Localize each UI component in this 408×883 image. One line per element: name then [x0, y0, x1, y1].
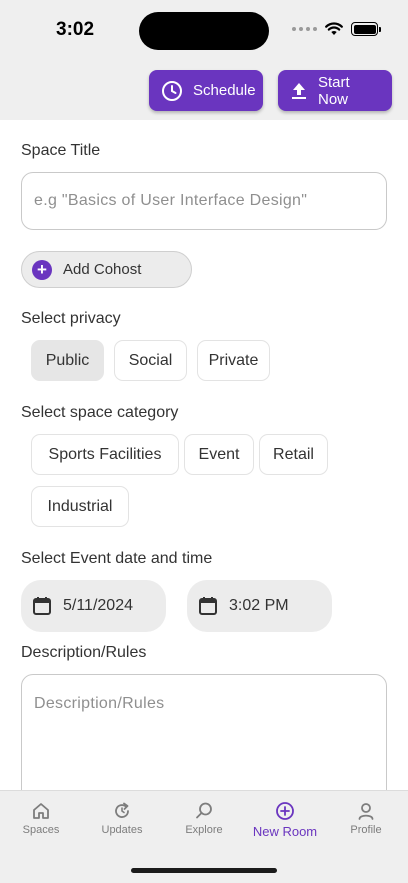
clock-icon — [162, 80, 182, 101]
description-label: Description/Rules — [21, 644, 147, 661]
wifi-icon — [325, 22, 343, 35]
tab-spaces[interactable]: Spaces — [1, 801, 81, 836]
add-cohost-button[interactable]: + Add Cohost — [21, 251, 192, 288]
calendar-icon — [199, 597, 217, 615]
home-icon — [33, 803, 49, 819]
plus-icon: + — [32, 259, 52, 280]
space-title-label: Space Title — [21, 142, 101, 159]
home-indicator[interactable] — [131, 868, 277, 873]
tab-label: Spaces — [22, 824, 60, 836]
tab-label: Updates — [101, 824, 143, 836]
schedule-label: Schedule — [193, 82, 256, 99]
tab-updates[interactable]: Updates — [82, 801, 162, 836]
privacy-label: Select privacy — [21, 310, 121, 327]
signal-icon — [292, 27, 317, 31]
status-bar: 3:02 — [0, 0, 408, 60]
schedule-button[interactable]: Schedule — [149, 70, 263, 111]
search-icon — [196, 802, 212, 819]
create-space-form: Space Title + Add Cohost Select privacy … — [0, 120, 408, 790]
privacy-chip-social[interactable]: Social — [114, 340, 187, 381]
space-title-field[interactable] — [21, 172, 387, 230]
battery-icon — [351, 22, 381, 36]
upload-icon — [292, 82, 306, 99]
tab-profile[interactable]: Profile — [326, 801, 406, 836]
status-indicators — [292, 22, 381, 36]
category-chip-sports-facilities[interactable]: Sports Facilities — [31, 434, 179, 475]
privacy-chip-public[interactable]: Public — [31, 340, 104, 381]
category-chip-industrial[interactable]: Industrial — [31, 486, 129, 527]
time-picker[interactable]: 3:02 PM — [187, 580, 332, 632]
start-now-button[interactable]: Start Now — [278, 70, 392, 111]
dynamic-island — [139, 12, 269, 50]
category-chip-label: Industrial — [47, 497, 113, 515]
tab-label: Explore — [185, 824, 223, 836]
tab-label: New Room — [252, 824, 318, 839]
privacy-chip-label: Private — [208, 351, 259, 369]
time-value: 3:02 PM — [229, 597, 289, 614]
calendar-icon — [33, 597, 51, 615]
date-value: 5/11/2024 — [63, 597, 133, 614]
datetime-label: Select Event date and time — [21, 550, 213, 567]
category-chip-label: Event — [198, 445, 240, 463]
start-now-label: Start Now — [318, 73, 350, 108]
status-time: 3:02 — [56, 19, 95, 40]
category-chip-event[interactable]: Event — [184, 434, 254, 475]
date-picker[interactable]: 5/11/2024 — [21, 580, 166, 632]
description-input[interactable] — [22, 675, 386, 790]
plus-circle-icon — [276, 802, 294, 820]
space-title-input[interactable] — [22, 192, 386, 210]
refresh-icon — [115, 802, 129, 818]
category-label: Select space category — [21, 404, 179, 421]
top-action-bar: Schedule Start Now — [0, 60, 408, 120]
privacy-chip-label: Social — [128, 351, 173, 369]
person-icon — [358, 803, 374, 820]
tab-new-room[interactable]: New Room — [245, 801, 325, 839]
add-cohost-label: Add Cohost — [63, 261, 142, 278]
category-chip-label: Retail — [273, 445, 314, 463]
description-field[interactable] — [21, 674, 387, 790]
privacy-chip-label: Public — [45, 351, 90, 369]
tab-label: Profile — [350, 824, 382, 836]
privacy-chip-private[interactable]: Private — [197, 340, 270, 381]
category-chip-retail[interactable]: Retail — [259, 434, 328, 475]
tab-explore[interactable]: Explore — [164, 801, 244, 836]
category-chip-label: Sports Facilities — [48, 445, 162, 463]
